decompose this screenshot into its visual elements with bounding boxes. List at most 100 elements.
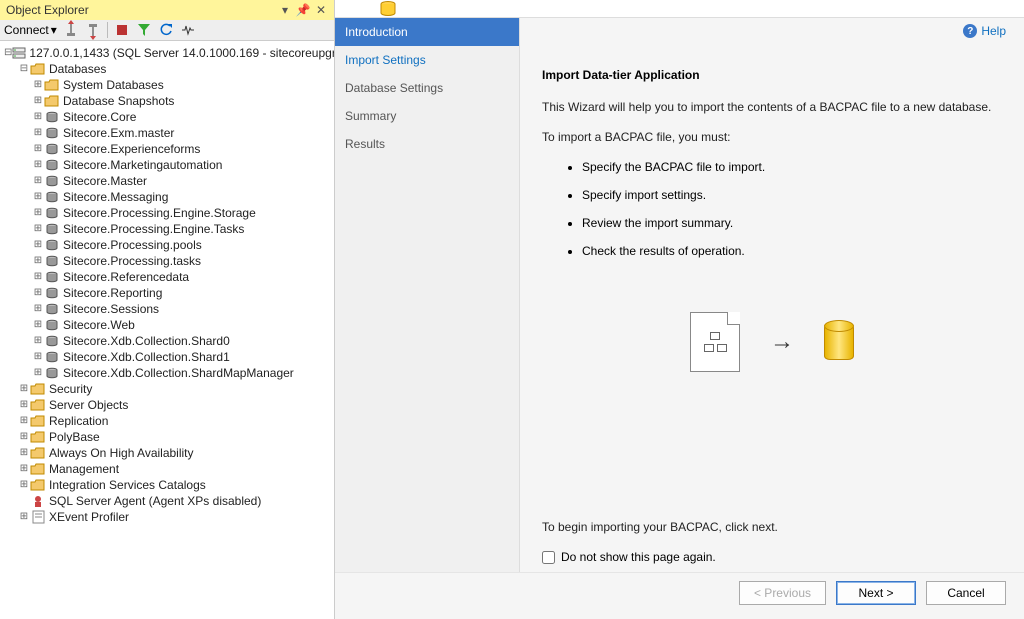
tree-database-node[interactable]: ⊞ Sitecore.Reporting <box>2 285 332 301</box>
tree-database-node[interactable]: ⊞Sitecore.Experienceforms <box>2 141 332 157</box>
wizard-step-item: Specify import settings. <box>582 188 1002 202</box>
tree-item-label: Server Objects <box>49 397 128 413</box>
expand-icon[interactable]: ⊞ <box>32 157 44 173</box>
cancel-button[interactable]: Cancel <box>926 581 1006 605</box>
tree-xevent-profiler[interactable]: ⊞ XEvent Profiler <box>2 509 332 525</box>
tree-database-node[interactable]: ⊞Sitecore.Xdb.Collection.Shard1 <box>2 349 332 365</box>
expand-icon[interactable]: ⊞ <box>32 141 44 157</box>
expand-icon[interactable]: ⊞ <box>32 173 44 189</box>
expand-icon[interactable]: ⊞ <box>32 317 44 333</box>
tree-folder-node[interactable]: ⊞Replication <box>2 413 332 429</box>
folder-icon <box>30 478 46 492</box>
expand-icon[interactable]: ⊞ <box>32 125 44 141</box>
tree-database-node[interactable]: ⊞Sitecore.Processing.Engine.Tasks <box>2 221 332 237</box>
tree-database-node[interactable]: ⊞Sitecore.Processing.pools <box>2 237 332 253</box>
filter-icon[interactable] <box>136 22 152 38</box>
next-button[interactable]: Next > <box>836 581 916 605</box>
expand-icon[interactable]: ⊞ <box>18 429 30 445</box>
tree-server-node[interactable]: ⊟ 127.0.0.1,1433 (SQL Server 14.0.1000.1… <box>2 45 332 61</box>
help-link[interactable]: ? Help <box>963 24 1006 38</box>
close-icon[interactable]: ✕ <box>314 3 328 17</box>
expand-icon[interactable]: ⊞ <box>18 509 30 525</box>
connect-button[interactable]: Connect ▾ <box>4 23 57 37</box>
expand-icon[interactable]: ⊞ <box>32 269 44 285</box>
expand-icon[interactable]: ⊞ <box>32 333 44 349</box>
expand-icon[interactable]: ⊞ <box>32 237 44 253</box>
stop-icon[interactable] <box>114 22 130 38</box>
expand-icon[interactable]: ⊞ <box>32 365 44 381</box>
expand-icon[interactable]: ⊞ <box>32 205 44 221</box>
folder-icon <box>44 78 60 92</box>
server-icon <box>12 46 26 60</box>
nav-import-settings[interactable]: Import Settings <box>335 46 519 74</box>
expand-icon[interactable]: ⊞ <box>18 413 30 429</box>
expand-icon[interactable]: ⊞ <box>18 445 30 461</box>
tree-database-node[interactable]: ⊞Sitecore.Messaging <box>2 189 332 205</box>
expand-icon[interactable]: ⊞ <box>32 349 44 365</box>
expand-icon[interactable]: ⊞ <box>32 221 44 237</box>
tree-database-node[interactable]: ⊞Sitecore.Processing.Engine.Storage <box>2 205 332 221</box>
tree-sql-server-agent[interactable]: SQL Server Agent (Agent XPs disabled) <box>2 493 332 509</box>
tree-item-label: Sitecore.Reporting <box>63 285 162 301</box>
tree-database-node[interactable]: ⊞Sitecore.Web <box>2 317 332 333</box>
expand-icon[interactable]: ⊞ <box>32 285 44 301</box>
expand-icon[interactable]: ⊞ <box>18 397 30 413</box>
expand-icon[interactable]: ⊞ <box>18 461 30 477</box>
expand-icon[interactable]: ⊞ <box>32 189 44 205</box>
database-icon <box>44 142 60 156</box>
nav-results[interactable]: Results <box>335 130 519 158</box>
nav-database-settings[interactable]: Database Settings <box>335 74 519 102</box>
tree-item-label: Sitecore.Master <box>63 173 147 189</box>
expand-icon[interactable]: ⊞ <box>18 477 30 493</box>
expand-icon[interactable]: ⊞ <box>32 253 44 269</box>
tree-database-node[interactable]: ⊞Sitecore.Xdb.Collection.ShardMapManager <box>2 365 332 381</box>
tree-item-label: XEvent Profiler <box>49 509 129 525</box>
tree-folder-node[interactable]: ⊞Management <box>2 461 332 477</box>
tree-system-databases[interactable]: ⊞ System Databases <box>2 77 332 93</box>
tree-database-node[interactable]: ⊞ Sitecore.Sessions <box>2 301 332 317</box>
collapse-icon[interactable]: ⊟ <box>4 45 12 61</box>
expand-icon[interactable]: ⊞ <box>32 301 44 317</box>
pin-icon[interactable]: 📌 <box>296 3 310 17</box>
nav-summary[interactable]: Summary <box>335 102 519 130</box>
do-not-show-label: Do not show this page again. <box>561 550 716 564</box>
previous-button: < Previous <box>739 581 826 605</box>
expand-icon[interactable]: ⊞ <box>32 77 44 93</box>
database-icon <box>44 254 60 268</box>
tree-database-node[interactable]: ⊞ Sitecore.Master <box>2 173 332 189</box>
disconnect-server-icon[interactable] <box>85 22 101 38</box>
expand-icon[interactable]: ⊞ <box>18 381 30 397</box>
nav-introduction[interactable]: Introduction <box>335 18 519 46</box>
agent-icon <box>30 494 46 508</box>
dropdown-icon[interactable]: ▾ <box>278 3 292 17</box>
refresh-icon[interactable] <box>158 22 174 38</box>
tree-database-node[interactable]: ⊞Sitecore.Core <box>2 109 332 125</box>
wizard-begin-text: To begin importing your BACPAC, click ne… <box>542 520 1002 534</box>
tree-item-label: Sitecore.Sessions <box>63 301 159 317</box>
tree-database-node[interactable]: ⊞Sitecore.Referencedata <box>2 269 332 285</box>
expand-icon[interactable]: ⊞ <box>32 109 44 125</box>
tree-database-node[interactable]: ⊞ Sitecore.Xdb.Collection.Shard0 <box>2 333 332 349</box>
collapse-icon[interactable]: ⊟ <box>18 61 30 77</box>
tree-folder-node[interactable]: ⊞PolyBase <box>2 429 332 445</box>
tree-database-node[interactable]: ⊞Sitecore.Processing.tasks <box>2 253 332 269</box>
tree-item-label: Sitecore.Xdb.Collection.Shard0 <box>63 333 230 349</box>
tree-database-node[interactable]: ⊞ Sitecore.Exm.master <box>2 125 332 141</box>
tree-folder-node[interactable]: ⊞Security <box>2 381 332 397</box>
database-icon <box>44 302 60 316</box>
folder-icon <box>30 430 46 444</box>
tree-databases-folder[interactable]: ⊟ Databases <box>2 61 332 77</box>
tree-database-node[interactable]: ⊞Sitecore.Marketingautomation <box>2 157 332 173</box>
activity-icon[interactable] <box>180 22 196 38</box>
tree-folder-node[interactable]: ⊞Integration Services Catalogs <box>2 477 332 493</box>
help-icon: ? <box>963 24 977 38</box>
expand-icon[interactable]: ⊞ <box>32 93 44 109</box>
tree-folder-node[interactable]: ⊞Always On High Availability <box>2 445 332 461</box>
tree-item-label: Sitecore.Exm.master <box>63 125 174 141</box>
tree-folder-node[interactable]: ⊞ Server Objects <box>2 397 332 413</box>
database-icon <box>44 126 60 140</box>
object-explorer-tree[interactable]: ⊟ 127.0.0.1,1433 (SQL Server 14.0.1000.1… <box>0 41 334 619</box>
do-not-show-checkbox[interactable] <box>542 551 555 564</box>
connect-server-icon[interactable] <box>63 22 79 38</box>
tree-database-snapshots[interactable]: ⊞ Database Snapshots <box>2 93 332 109</box>
